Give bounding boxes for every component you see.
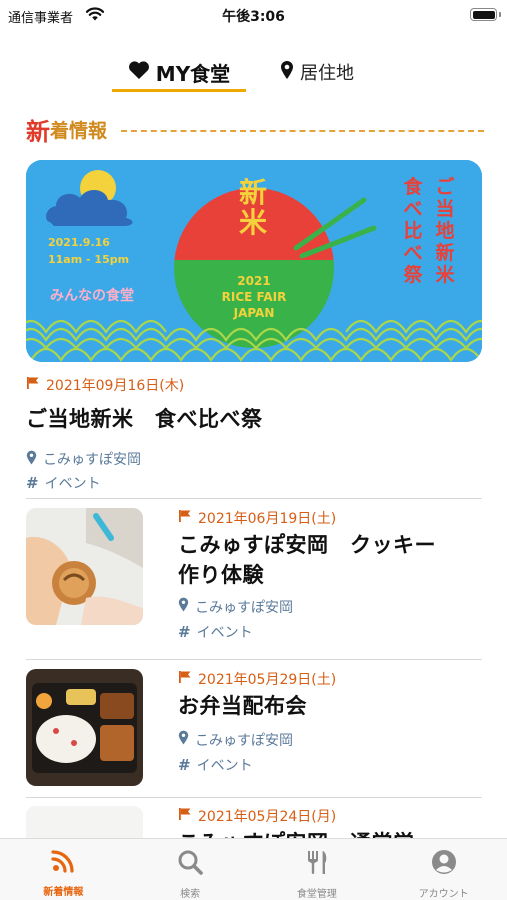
item-date-row: 2021年05月29日(土) xyxy=(178,669,482,689)
tab-residence-label: 居住地 xyxy=(300,63,354,84)
selected-tab-indicator xyxy=(112,89,246,92)
featured-place-row: こみゅすぽ安岡 xyxy=(26,447,482,471)
banner-event-date: 2021.9.16 xyxy=(48,236,110,249)
item-body: 2021年05月24日(月) こみゅすぽ安岡 通常営 xyxy=(178,806,482,838)
item-thumbnail xyxy=(26,508,143,625)
item-tag: イベント xyxy=(196,757,253,774)
search-icon xyxy=(177,849,203,879)
item-thumbnail xyxy=(26,669,143,786)
list-divider xyxy=(26,659,482,660)
banner-logo: みんなの食堂 xyxy=(50,288,134,304)
item-title-line: お弁当配布会 xyxy=(178,694,307,718)
location-icon xyxy=(26,450,37,469)
item-date: 2021年05月29日(土) xyxy=(198,672,337,688)
nav-news-label: 新着情報 xyxy=(43,887,84,898)
item-thumbnail xyxy=(26,806,143,838)
list-item[interactable]: 2021年06月19日(土) こみゅすぽ安岡 クッキー 作り体験 こみゅすぽ安岡… xyxy=(26,508,482,641)
rss-icon xyxy=(51,849,75,877)
bottom-tab-bar: 新着情報 検索 食堂管理 アカウント xyxy=(0,838,507,900)
section-title-rest: 着情報 xyxy=(50,119,108,142)
item-place: こみゅすぽ安岡 xyxy=(195,732,293,749)
nav-search-label: 検索 xyxy=(180,889,201,900)
list-divider xyxy=(26,498,482,499)
banner-new-rice: 新米 xyxy=(238,176,267,239)
featured-date: 2021年09月16日(木) xyxy=(46,378,185,394)
item-tag-row: # イベント xyxy=(178,619,482,644)
item-body: 2021年05月29日(土) お弁当配布会 こみゅすぽ安岡 # イベント xyxy=(178,669,482,777)
tab-residence[interactable]: 居住地 xyxy=(280,52,354,92)
featured-tag: イベント xyxy=(44,476,101,492)
item-date-row: 2021年06月19日(土) xyxy=(178,508,482,528)
section-header-news: 新 着情報 xyxy=(26,112,484,146)
featured-place: こみゅすぽ安岡 xyxy=(43,452,141,468)
battery-icon xyxy=(470,8,501,21)
featured-article[interactable]: 2021年09月16日(木) ご当地新米 食べ比べ祭 こみゅすぽ安岡 # イベン… xyxy=(26,375,482,495)
item-body: 2021年06月19日(土) こみゅすぽ安岡 クッキー 作り体験 こみゅすぽ安岡… xyxy=(178,508,482,644)
item-title: お弁当配布会 xyxy=(178,691,482,721)
item-title-line: こみゅすぽ安岡 クッキー xyxy=(178,533,436,557)
banner-event-datetime: 2021.9.16 11am - 15pm xyxy=(48,234,129,268)
nav-shokudo-admin[interactable]: 食堂管理 xyxy=(254,839,381,900)
banner-fair-title: 2021 RICE FAIR JAPAN xyxy=(204,273,304,321)
banner-event-time: 11am - 15pm xyxy=(48,253,130,266)
item-tag-row: # イベント xyxy=(178,752,482,777)
location-icon xyxy=(178,597,189,616)
nav-account-label: アカウント xyxy=(418,889,469,900)
flag-icon xyxy=(178,509,192,527)
item-title-line: 作り体験 xyxy=(178,563,264,587)
item-date-row: 2021年05月24日(月) xyxy=(178,806,482,826)
top-tab-bar: MY食堂 居住地 xyxy=(0,52,507,94)
flag-icon xyxy=(178,670,192,688)
location-icon xyxy=(178,730,189,749)
list-divider xyxy=(26,797,482,798)
tab-my-shokudo-label: MY食堂 xyxy=(155,61,231,86)
status-bar: 通信事業者 午後3:06 xyxy=(0,0,507,30)
item-place-row: こみゅすぽ安岡 xyxy=(178,727,482,752)
banner-vertical-right: ご当地新米 xyxy=(435,176,455,286)
banner-vertical-left: 食べ比べ祭 xyxy=(403,176,423,286)
banner-fair-year: 2021 xyxy=(237,274,271,288)
item-title-line: こみゅすぽ安岡 通常営 xyxy=(178,828,482,838)
map-pin-icon xyxy=(280,60,294,84)
tab-my-shokudo[interactable]: MY食堂 xyxy=(112,52,246,92)
featured-title: ご当地新米 食べ比べ祭 xyxy=(26,407,263,431)
featured-date-row: 2021年09月16日(木) xyxy=(26,375,482,395)
list-item[interactable]: 2021年05月24日(月) こみゅすぽ安岡 通常営 xyxy=(26,806,482,838)
list-item[interactable]: 2021年05月29日(土) お弁当配布会 こみゅすぽ安岡 # イベント xyxy=(26,669,482,787)
hash-icon: # xyxy=(178,622,191,641)
hash-icon: # xyxy=(178,755,191,774)
item-tag: イベント xyxy=(196,624,253,641)
flag-icon xyxy=(26,376,40,394)
item-date: 2021年05月24日(月) xyxy=(198,809,337,825)
hash-icon: # xyxy=(26,474,39,492)
item-place: こみゅすぽ安岡 xyxy=(195,599,293,616)
status-time: 午後3:06 xyxy=(222,9,285,25)
heart-icon xyxy=(128,60,150,84)
nav-shokudo-admin-label: 食堂管理 xyxy=(296,889,337,900)
item-title: こみゅすぽ安岡 通常営 xyxy=(178,828,482,838)
item-date: 2021年06月19日(土) xyxy=(198,511,337,527)
fork-knife-icon xyxy=(304,849,330,879)
featured-banner[interactable]: 新米 2021.9.16 11am - 15pm 2021 RICE FAIR … xyxy=(26,160,482,362)
item-place-row: こみゅすぽ安岡 xyxy=(178,594,482,619)
banner-fair-name-1: RICE FAIR xyxy=(221,290,287,304)
nav-account[interactable]: アカウント xyxy=(380,839,507,900)
nav-search[interactable]: 検索 xyxy=(127,839,254,900)
flag-icon xyxy=(178,807,192,825)
account-icon xyxy=(431,849,457,879)
section-divider xyxy=(121,130,484,132)
section-title-first-char: 新 xyxy=(26,117,50,146)
banner-fair-name-2: JAPAN xyxy=(233,306,275,320)
featured-tag-row: # イベント xyxy=(26,471,482,495)
item-title: こみゅすぽ安岡 クッキー 作り体験 xyxy=(178,530,482,590)
nav-news[interactable]: 新着情報 xyxy=(0,839,127,900)
